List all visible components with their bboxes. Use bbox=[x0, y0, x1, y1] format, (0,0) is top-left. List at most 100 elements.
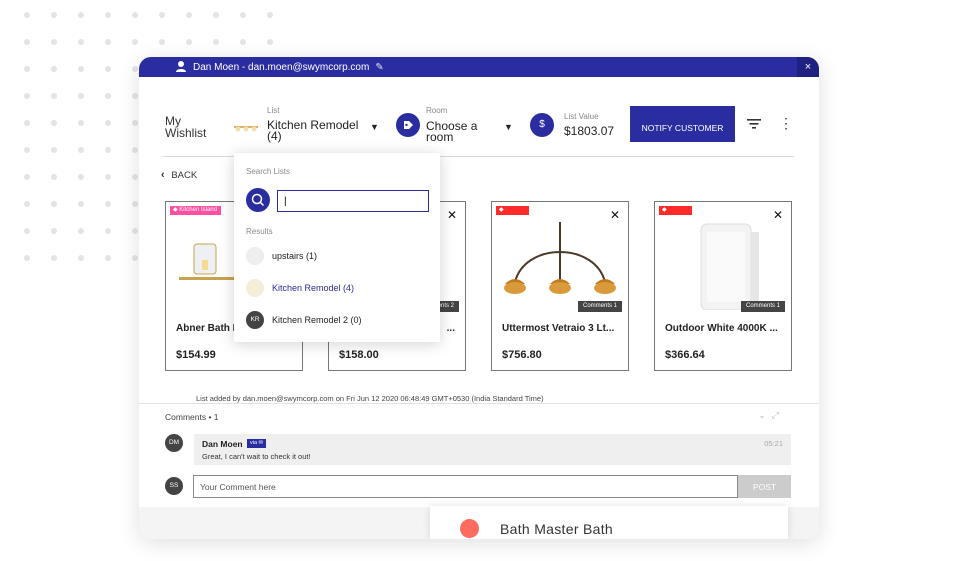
decorative-dot bbox=[105, 201, 111, 207]
decorative-dot bbox=[132, 12, 138, 18]
decorative-dot bbox=[78, 12, 84, 18]
decorative-dot bbox=[240, 12, 246, 18]
room-list-panel[interactable]: Bath Master Bath bbox=[430, 506, 788, 539]
filter-icon[interactable] bbox=[747, 119, 761, 129]
room-select-value[interactable]: Choose a room bbox=[426, 120, 496, 143]
decorative-dot bbox=[105, 66, 111, 72]
current-user-avatar: SS bbox=[165, 477, 183, 495]
user-email-text: Dan Moen - dan.moen@swymcorp.com bbox=[193, 61, 370, 73]
decorative-dot bbox=[240, 39, 246, 45]
list-thumbnail-icon bbox=[246, 279, 264, 297]
decorative-dot bbox=[132, 255, 138, 261]
decorative-dot bbox=[24, 201, 30, 207]
comments-badge[interactable]: Comments 1 bbox=[740, 301, 785, 312]
decorative-dot bbox=[132, 39, 138, 45]
decorative-dot bbox=[78, 66, 84, 72]
via-email-badge: via ✉ bbox=[247, 439, 267, 448]
comments-badge[interactable]: Comments 1 bbox=[577, 301, 622, 312]
list-value-label: List Value bbox=[564, 112, 599, 121]
room-dropdown-caret-icon[interactable]: ▼ bbox=[504, 122, 513, 132]
room-name: Bath Master Bath bbox=[500, 521, 613, 537]
list-thumbnail-icon bbox=[246, 247, 264, 265]
close-button[interactable]: × bbox=[797, 57, 819, 77]
expand-icon[interactable]: ⤢ bbox=[772, 410, 785, 420]
decorative-dot bbox=[51, 120, 57, 126]
decorative-dot bbox=[24, 255, 30, 261]
list-result-item[interactable]: upstairs (1) bbox=[246, 246, 426, 266]
decorative-dot bbox=[267, 12, 273, 18]
collapse-chevron-icon[interactable]: ⌄ bbox=[758, 410, 772, 420]
decorative-dot bbox=[78, 228, 84, 234]
decorative-dot bbox=[132, 174, 138, 180]
list-field-label: List bbox=[267, 106, 280, 115]
search-icon bbox=[251, 193, 265, 207]
decorative-dot bbox=[24, 147, 30, 153]
list-result-label: upstairs (1) bbox=[272, 251, 318, 261]
decorative-dot bbox=[105, 39, 111, 45]
list-result-item[interactable]: Kitchen Remodel (4) bbox=[246, 278, 426, 298]
back-button[interactable]: ‹ BACK bbox=[161, 169, 197, 181]
more-options-icon[interactable]: ⋮ bbox=[779, 116, 793, 130]
decorative-dot bbox=[105, 120, 111, 126]
chandelier-thumbnail-icon bbox=[234, 126, 258, 132]
decorative-dot bbox=[105, 93, 111, 99]
list-result-item[interactable]: KR Kitchen Remodel 2 (0) bbox=[246, 310, 426, 330]
decorative-dot bbox=[51, 201, 57, 207]
decorative-dot bbox=[24, 12, 30, 18]
decorative-dot bbox=[186, 39, 192, 45]
decorative-dot bbox=[105, 12, 111, 18]
decorative-dot bbox=[159, 12, 165, 18]
room-tag-badge: ◆ Kitchen bbox=[496, 206, 530, 215]
product-name: Uttermost Vetraio 3 Lt... bbox=[502, 323, 615, 334]
list-select-value[interactable]: Kitchen Remodel (4) bbox=[267, 119, 367, 142]
decorative-dot bbox=[78, 39, 84, 45]
notify-customer-button[interactable]: NOTIFY CUSTOMER bbox=[630, 106, 735, 142]
product-name: Outdoor White 4000K ... bbox=[665, 323, 778, 334]
post-comment-button[interactable]: POST bbox=[738, 475, 791, 498]
user-bar: Dan Moen - dan.moen@swymcorp.com ✎ × bbox=[139, 57, 819, 77]
decorative-dot bbox=[213, 39, 219, 45]
decorative-dot bbox=[24, 120, 30, 126]
page-title: My Wishlist bbox=[165, 114, 207, 140]
room-color-dot bbox=[460, 519, 479, 538]
decorative-dot bbox=[51, 12, 57, 18]
decorative-dot bbox=[51, 255, 57, 261]
room-tag-badge: ◆ Kitchen Island bbox=[170, 206, 221, 215]
comment-text: Great, I can't wait to check it out! bbox=[202, 452, 311, 461]
decorative-dot bbox=[78, 174, 84, 180]
decorative-dot bbox=[132, 228, 138, 234]
decorative-dot bbox=[78, 255, 84, 261]
wishlist-app-window: Dan Moen - dan.moen@swymcorp.com ✎ × My … bbox=[139, 57, 819, 539]
decorative-dot bbox=[51, 174, 57, 180]
decorative-dot bbox=[105, 228, 111, 234]
remove-item-icon[interactable]: ✕ bbox=[610, 208, 620, 222]
product-card[interactable]: ◆ Kitchen ✕ Comments 1 Outdoor White 400… bbox=[654, 201, 792, 371]
room-tag-icon bbox=[396, 113, 420, 137]
chevron-left-icon: ‹ bbox=[161, 169, 165, 181]
decorative-dot bbox=[105, 255, 111, 261]
edit-pencil-icon[interactable]: ✎ bbox=[375, 62, 383, 73]
remove-item-icon[interactable]: ✕ bbox=[447, 208, 457, 222]
decorative-dot bbox=[51, 66, 57, 72]
product-price: $366.64 bbox=[665, 349, 705, 361]
search-lists-input[interactable] bbox=[277, 190, 429, 212]
decorative-dot bbox=[78, 120, 84, 126]
decorative-dot bbox=[132, 120, 138, 126]
remove-item-icon[interactable]: ✕ bbox=[773, 208, 783, 222]
decorative-dot bbox=[132, 147, 138, 153]
decorative-dot bbox=[132, 93, 138, 99]
decorative-dot bbox=[51, 147, 57, 153]
comment-input[interactable] bbox=[193, 475, 738, 498]
decorative-dot bbox=[159, 39, 165, 45]
list-result-label: Kitchen Remodel 2 (0) bbox=[272, 315, 362, 325]
comments-header: Comments • 1 bbox=[165, 412, 219, 422]
decorative-dot bbox=[213, 12, 219, 18]
comments-panel-controls: ⌄⤢ bbox=[758, 410, 785, 421]
decorative-dot bbox=[51, 39, 57, 45]
product-card[interactable]: ◆ Kitchen ✕ Comments 1 Uttermost Vetraio… bbox=[491, 201, 629, 371]
user-icon bbox=[176, 61, 186, 72]
comment-author: Dan Moen bbox=[202, 439, 243, 449]
search-button[interactable] bbox=[246, 188, 270, 212]
decorative-dot bbox=[105, 174, 111, 180]
list-dropdown-caret-icon[interactable]: ▼ bbox=[370, 122, 379, 132]
